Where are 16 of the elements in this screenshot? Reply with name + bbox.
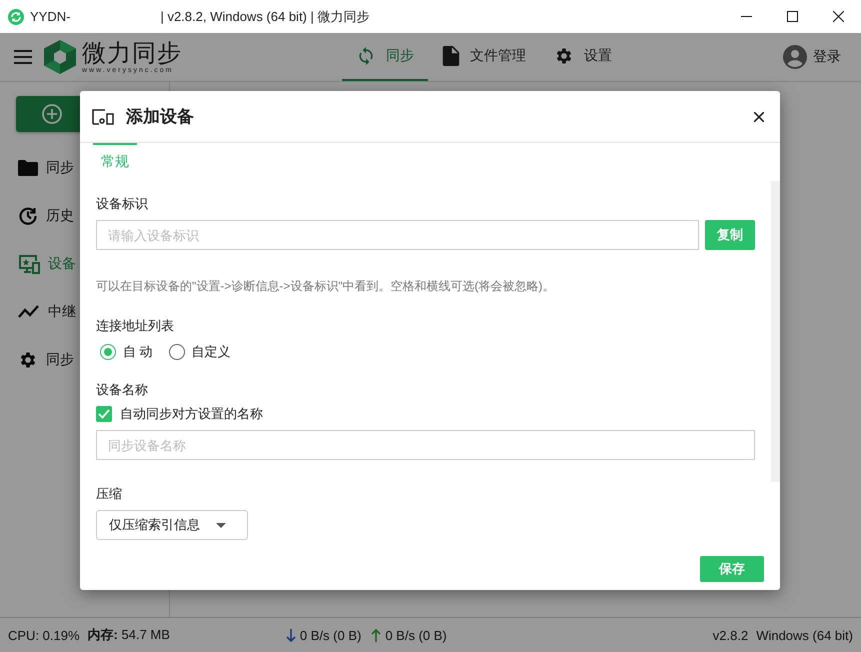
upload-speed: 0 B/s (0 B) bbox=[385, 628, 447, 642]
field-label: 设备名称 bbox=[96, 381, 149, 399]
field-label: 连接地址列表 bbox=[96, 317, 175, 335]
version-text: v2.8.2 bbox=[712, 628, 748, 642]
cpu-usage: CPU: 0.19% bbox=[8, 628, 80, 642]
field-label: 压缩 bbox=[96, 485, 123, 503]
hint-text: 可以在目标设备的"设置->诊断信息->设备标识"中看到。空格和横线可选(将会被忽略)。 bbox=[96, 278, 556, 295]
os-text: Windows (64 bit) bbox=[756, 628, 853, 642]
window-title: YYDN- bbox=[30, 9, 70, 24]
field-label: 设备标识 bbox=[96, 195, 149, 213]
memory-usage: 内存: 54.7 MB bbox=[88, 626, 170, 644]
logo-text: 微力同步 bbox=[82, 40, 182, 66]
download-speed: 0 B/s (0 B) bbox=[300, 628, 362, 642]
dialog-title: 添加设备 bbox=[126, 106, 194, 128]
checkbox-label: 自动同步对方设置的名称 bbox=[120, 405, 263, 423]
window-title: | v2.8.2, Windows (64 bit) | 微力同步 bbox=[160, 8, 370, 26]
